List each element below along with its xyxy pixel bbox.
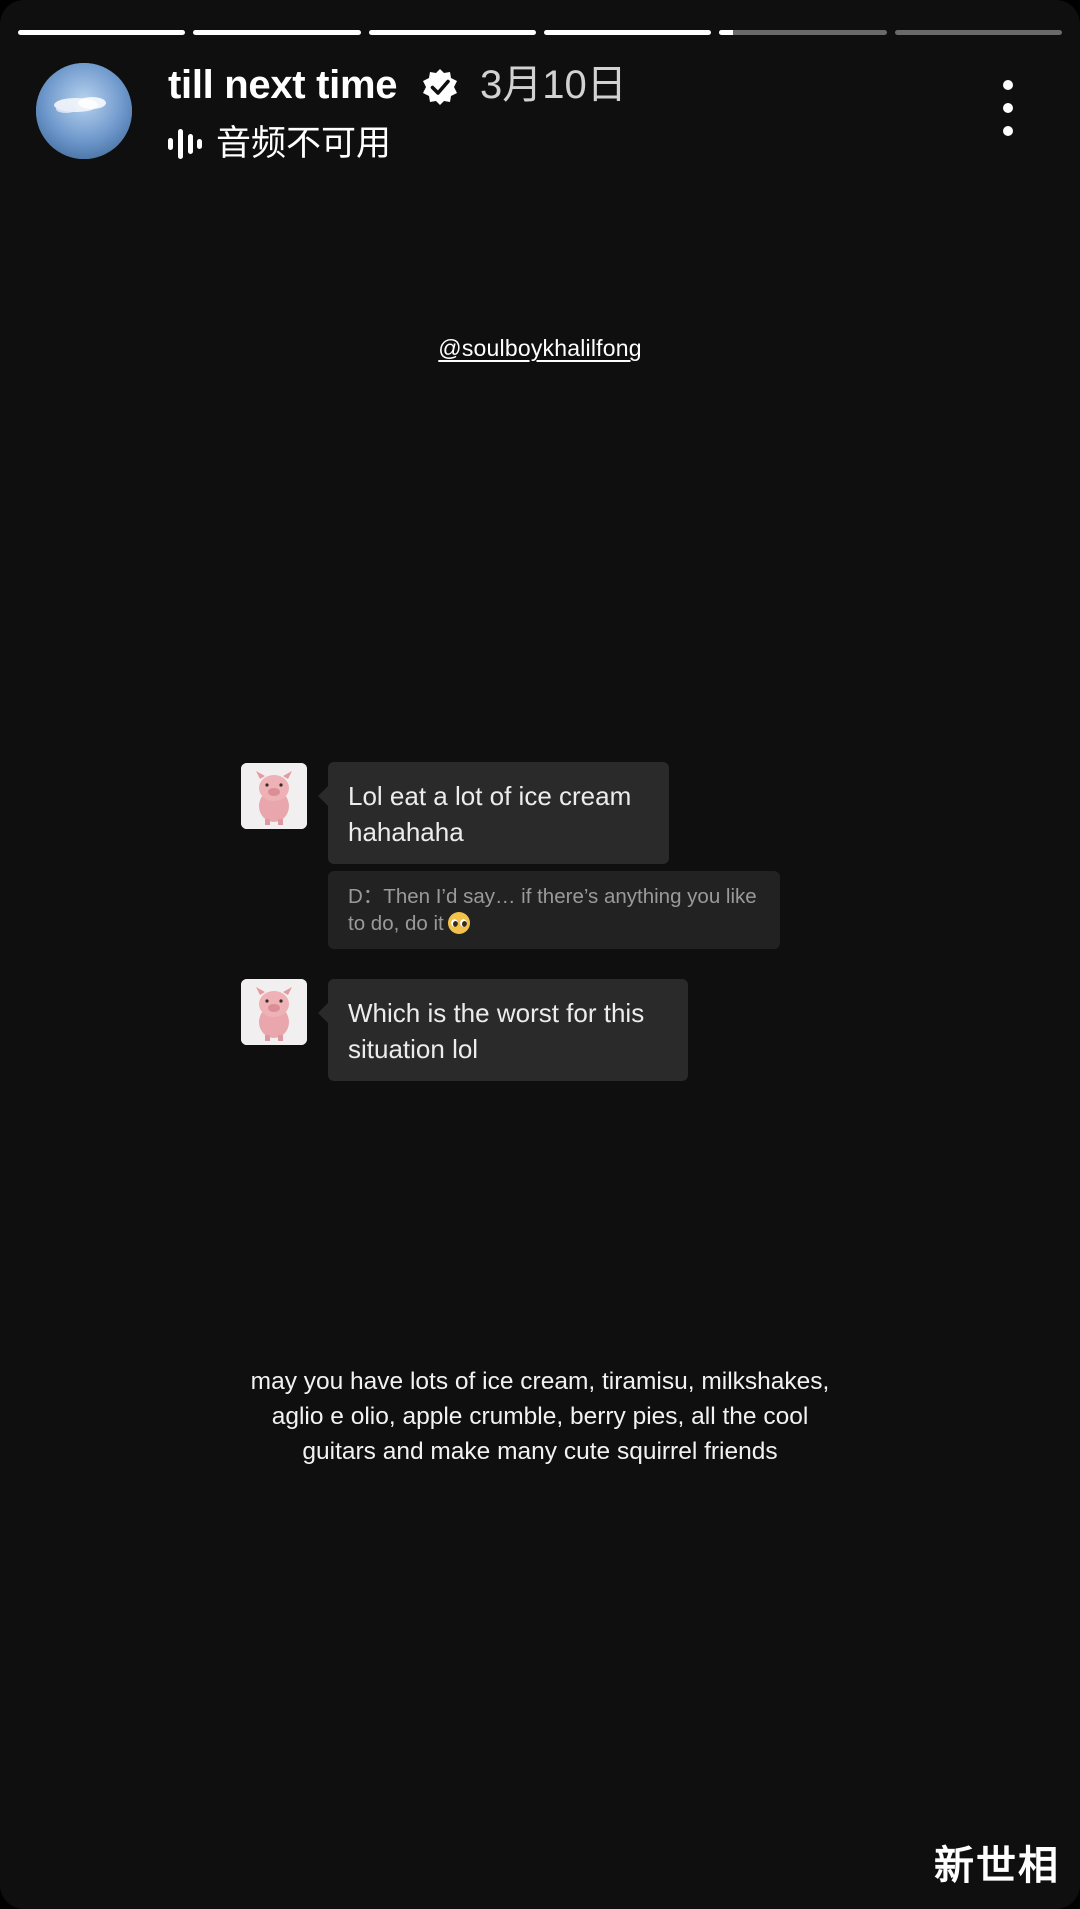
chat-message-bubble: Which is the worst for this situation lo…	[318, 979, 688, 1081]
caption-line: aglio e olio, apple crumble, berry pies,…	[271, 1403, 809, 1430]
audio-waveform-icon	[168, 129, 202, 159]
progress-segment	[894, 30, 1062, 35]
story-progress-bar	[18, 30, 1062, 35]
more-options-icon[interactable]	[990, 80, 1026, 136]
progress-segment	[543, 30, 712, 35]
caption-line: may you have lots of ice cream, tiramisu…	[250, 1368, 830, 1395]
progress-segment	[18, 30, 186, 35]
progress-segment	[719, 30, 887, 35]
caption-line: guitars and make many cute squirrel frie…	[302, 1438, 778, 1465]
pig-avatar	[241, 763, 307, 829]
verified-badge-icon	[423, 69, 457, 105]
chat-message-bubble: Lol eat a lot of ice cream hahahaha	[318, 762, 669, 864]
profile-avatar[interactable]	[36, 63, 132, 159]
watermark: 新世相	[934, 1844, 1060, 1888]
story-viewer: till next time 3月10日 音频不可用 @soulboykhali…	[0, 0, 1080, 1909]
audio-status-label[interactable]: 音频不可用	[216, 121, 391, 167]
mention-link[interactable]: @soulboykhalilfong	[0, 335, 1080, 362]
quoted-reply: D：Then I’d say… if there’s anything you …	[328, 871, 780, 949]
quoted-reply-text: D：Then I’d say… if there’s anything you …	[348, 885, 757, 935]
story-caption: may you have lots of ice cream, tiramisu…	[140, 1364, 940, 1469]
story-username[interactable]: till next time	[168, 60, 397, 110]
pig-avatar	[241, 979, 307, 1045]
pleading-face-emoji-icon	[447, 912, 470, 934]
progress-segment	[368, 30, 536, 35]
progress-segment	[193, 30, 361, 35]
story-date: 3月10日	[480, 63, 627, 107]
